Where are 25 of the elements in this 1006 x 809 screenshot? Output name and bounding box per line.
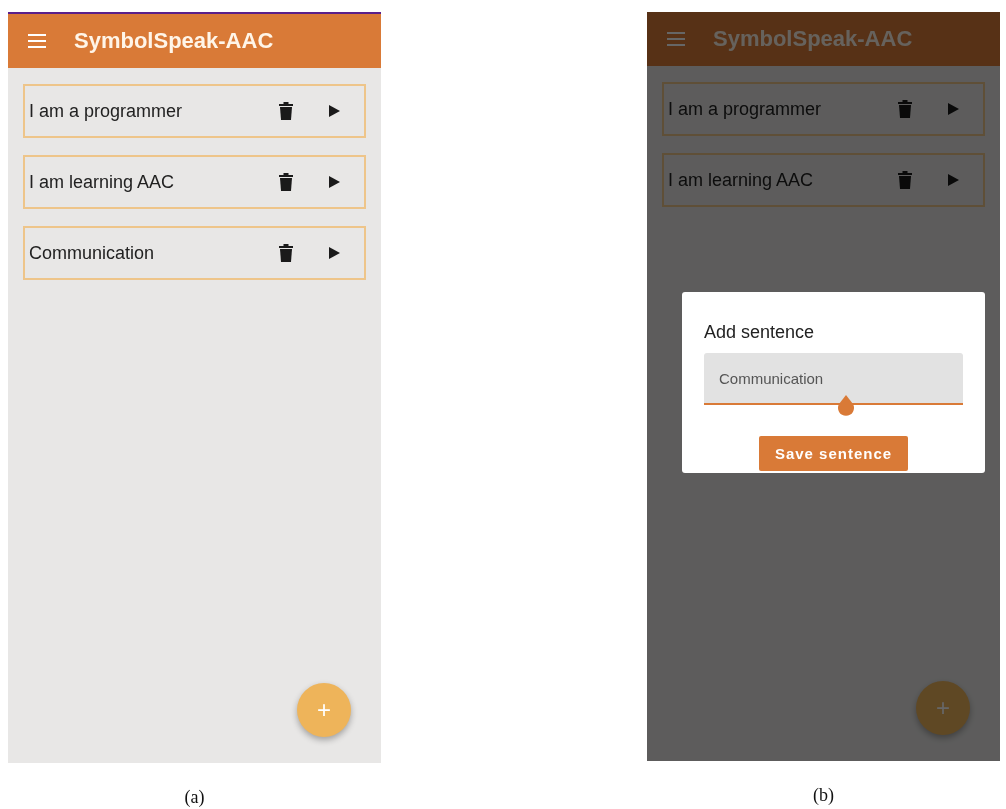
- add-button[interactable]: +: [297, 683, 351, 737]
- trash-icon[interactable]: [279, 102, 293, 120]
- sentence-text: I am a programmer: [668, 98, 823, 120]
- play-icon[interactable]: [329, 105, 340, 117]
- sentence-input-field[interactable]: Communication: [704, 353, 963, 405]
- sentence-row[interactable]: I am learning AAC: [23, 155, 366, 209]
- app-title: SymbolSpeak-AAC: [74, 28, 274, 54]
- save-sentence-button[interactable]: Save sentence: [758, 436, 909, 471]
- sentence-text: Communication: [29, 242, 156, 264]
- trash-icon[interactable]: [279, 173, 293, 191]
- play-icon[interactable]: [329, 247, 340, 259]
- sentence-row[interactable]: I am a programmer: [23, 84, 366, 138]
- sentence-text: I am learning AAC: [668, 169, 815, 191]
- app-title: SymbolSpeak-AAC: [713, 26, 913, 52]
- figure-caption: (b): [813, 785, 834, 806]
- sentence-text: I am learning AAC: [29, 171, 176, 193]
- menu-icon[interactable]: [28, 34, 46, 48]
- sentence-row[interactable]: Communication: [23, 226, 366, 280]
- menu-icon[interactable]: [667, 32, 685, 46]
- text-cursor-handle-icon[interactable]: [836, 395, 856, 417]
- trash-icon[interactable]: [279, 244, 293, 262]
- sentence-text: I am a programmer: [29, 100, 184, 122]
- play-icon[interactable]: [329, 176, 340, 188]
- dialog-title: Add sentence: [704, 322, 816, 343]
- figure-caption: (a): [184, 787, 205, 808]
